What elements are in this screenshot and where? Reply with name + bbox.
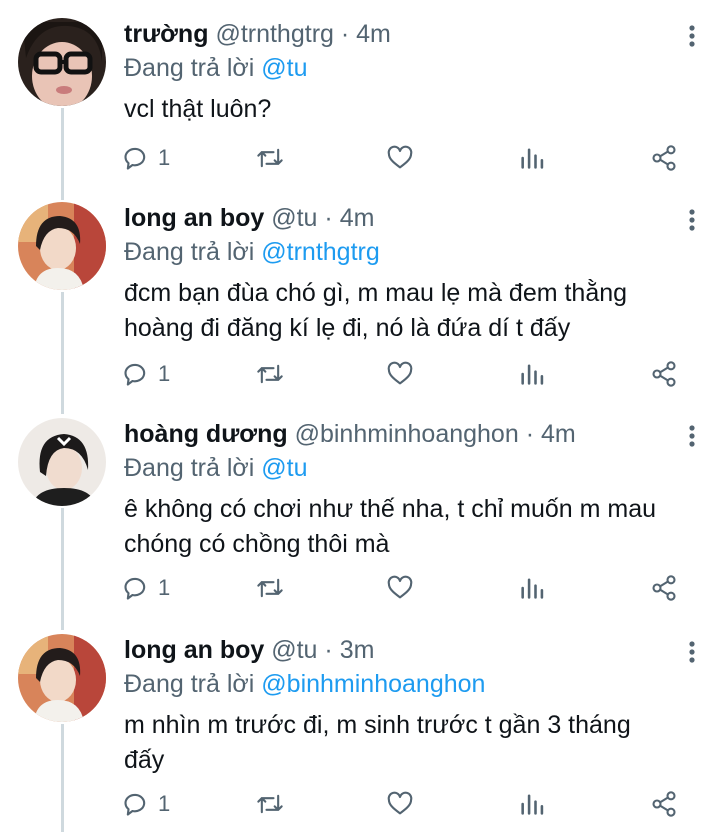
tweet-text: m nhìn m trước đi, m sinh trước t gần 3 …	[124, 708, 704, 778]
avatar[interactable]	[18, 634, 106, 722]
mention-link[interactable]: @trnthgtrg	[261, 238, 379, 266]
share-icon	[652, 575, 676, 601]
tweet-text-line: ê không có chơi như thế nha, t chỉ muốn …	[124, 495, 657, 523]
more-icon[interactable]	[686, 208, 698, 232]
retweet-icon	[257, 578, 283, 598]
tweet[interactable]: hoàng dương @binhminhoanghon · 4m Đang t…	[0, 418, 720, 618]
reply-button[interactable]: 1	[122, 356, 170, 392]
avatar[interactable]	[18, 18, 106, 106]
tweet-text: vcl thật luôn?	[124, 92, 704, 127]
retweet-icon	[257, 794, 283, 814]
tweet[interactable]: trường @trnthgtrg · 4m Đang trả lời @tu …	[0, 18, 720, 190]
tweet-actions: 1	[0, 140, 720, 176]
tweet-header: long an boy @tu · 3m	[124, 634, 374, 666]
reply-button[interactable]: 1	[122, 570, 170, 606]
tweet-header: hoàng dương @binhminhoanghon · 4m	[124, 418, 576, 450]
share-icon	[652, 361, 676, 387]
views-icon	[521, 578, 544, 599]
tweet[interactable]: long an boy @tu · 3m Đang trả lời @binhm…	[0, 634, 720, 832]
avatar[interactable]	[18, 418, 106, 506]
like-button[interactable]	[386, 140, 414, 176]
reply-count: 1	[158, 145, 171, 170]
reply-count: 1	[158, 575, 171, 600]
reply-count: 1	[158, 791, 171, 816]
reply-icon	[124, 577, 146, 600]
share-button[interactable]	[650, 140, 678, 176]
display-name[interactable]: long an boy	[124, 204, 264, 232]
replying-to-label: Đang trả lời	[124, 454, 262, 482]
retweet-button[interactable]	[256, 356, 284, 392]
tweet-text-line: m nhìn m trước đi, m sinh trước t gần 3 …	[124, 711, 631, 739]
reply-icon	[124, 147, 146, 170]
views-icon	[521, 364, 544, 385]
mention-link[interactable]: @binhminhoanghon	[261, 670, 485, 698]
retweet-button[interactable]	[256, 140, 284, 176]
user-handle[interactable]: @tu	[271, 204, 317, 232]
retweet-button[interactable]	[256, 570, 284, 606]
tweet-text-line: đấy	[124, 746, 165, 774]
tweet-actions: 1	[0, 786, 720, 822]
like-button[interactable]	[386, 356, 414, 392]
user-handle[interactable]: @tu	[271, 636, 317, 664]
mention-link[interactable]: @tu	[261, 454, 307, 482]
reply-button[interactable]: 1	[122, 140, 170, 176]
like-button[interactable]	[386, 570, 414, 606]
more-icon[interactable]	[686, 640, 698, 664]
reply-count: 1	[158, 361, 171, 386]
mention-link[interactable]: @tu	[261, 54, 307, 82]
display-name[interactable]: hoàng dương	[124, 420, 288, 448]
reply-icon	[124, 363, 146, 386]
user-handle[interactable]: @trnthgtrg	[215, 20, 333, 48]
replying-to-label: Đang trả lời	[124, 54, 262, 82]
share-button[interactable]	[650, 356, 678, 392]
replying-to: Đang trả lời @binhminhoanghon	[124, 668, 485, 700]
avatar[interactable]	[18, 202, 106, 290]
reply-button[interactable]: 1	[122, 786, 170, 822]
views-button[interactable]	[518, 786, 546, 822]
replying-to: Đang trả lời @trnthgtrg	[124, 236, 380, 268]
views-icon	[521, 148, 544, 169]
reply-icon	[124, 793, 146, 816]
heart-icon	[387, 791, 413, 815]
retweet-icon	[257, 148, 283, 168]
timestamp[interactable]: · 4m	[341, 20, 391, 48]
replying-to: Đang trả lời @tu	[124, 452, 308, 484]
more-icon[interactable]	[686, 24, 698, 48]
display-name[interactable]: long an boy	[124, 636, 264, 664]
share-icon	[652, 145, 676, 171]
share-button[interactable]	[650, 786, 678, 822]
replying-to-label: Đang trả lời	[124, 238, 262, 266]
tweet-actions: 1	[0, 356, 720, 392]
timestamp[interactable]: · 4m	[526, 420, 576, 448]
tweet-text-line: đcm bạn đùa chó gì, m mau lẹ mà đem thằn…	[124, 279, 628, 307]
share-button[interactable]	[650, 570, 678, 606]
tweet-header: long an boy @tu · 4m	[124, 202, 374, 234]
more-icon[interactable]	[686, 424, 698, 448]
heart-icon	[387, 575, 413, 599]
share-icon	[652, 791, 676, 817]
timestamp[interactable]: · 3m	[324, 636, 374, 664]
tweet-text: ê không có chơi như thế nha, t chỉ muốn …	[124, 492, 704, 562]
views-button[interactable]	[518, 570, 546, 606]
views-button[interactable]	[518, 356, 546, 392]
retweet-button[interactable]	[256, 786, 284, 822]
display-name[interactable]: trường	[124, 20, 208, 48]
heart-icon	[387, 361, 413, 385]
like-button[interactable]	[386, 786, 414, 822]
tweet-actions: 1	[0, 570, 720, 606]
views-icon	[521, 794, 544, 815]
tweet-header: trường @trnthgtrg · 4m	[124, 18, 391, 50]
views-button[interactable]	[518, 140, 546, 176]
tweet-text-line: vcl thật luôn?	[124, 95, 272, 123]
tweet-text: đcm bạn đùa chó gì, m mau lẹ mà đem thằn…	[124, 276, 704, 346]
heart-icon	[387, 145, 413, 169]
retweet-icon	[257, 364, 283, 384]
tweet[interactable]: long an boy @tu · 4m Đang trả lời @trnth…	[0, 202, 720, 402]
tweet-text-line: hoàng đi đăng kí lẹ đi, nó là đứa dí t đ…	[124, 314, 571, 342]
user-handle[interactable]: @binhminhoanghon	[295, 420, 519, 448]
replying-to-label: Đang trả lời	[124, 670, 262, 698]
timestamp[interactable]: · 4m	[324, 204, 374, 232]
tweet-text-line: chóng có chồng thôi mà	[124, 530, 390, 558]
replying-to: Đang trả lời @tu	[124, 52, 308, 84]
